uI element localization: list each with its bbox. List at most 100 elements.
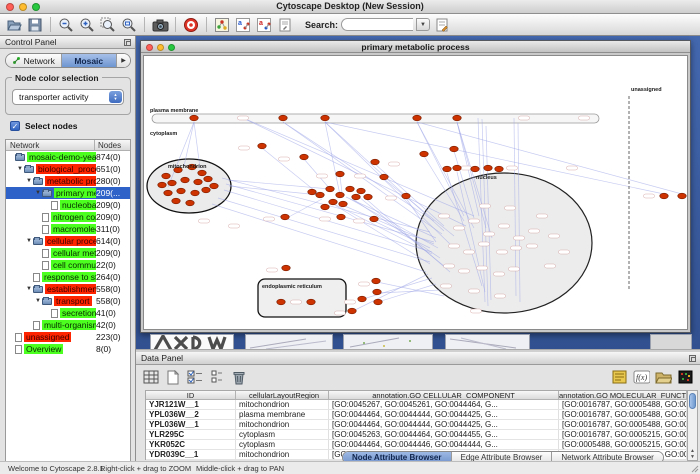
new-attribute-icon[interactable]: [164, 369, 181, 386]
graph-node[interactable]: [352, 194, 360, 200]
graph-node[interactable]: [450, 146, 458, 152]
graph-node[interactable]: [172, 198, 180, 204]
zoom-selected-icon[interactable]: [99, 16, 117, 34]
tree-row[interactable]: ▼cellular process614(0): [6, 235, 130, 247]
graph-node[interactable]: [158, 182, 166, 188]
tree-row[interactable]: response to stimulu264(0): [6, 271, 130, 283]
table-row[interactable]: YLR295Ccytoplasm[GO:0045263, GO:0044464,…: [146, 430, 687, 440]
zoom-out-icon[interactable]: [57, 16, 75, 34]
graph-node[interactable]: [191, 190, 199, 196]
graph-node[interactable]: [678, 193, 686, 199]
search-input[interactable]: [341, 18, 413, 31]
float-panel-icon[interactable]: [689, 355, 696, 362]
scrollbar-thumb[interactable]: [689, 393, 696, 409]
help-lifesaver-icon[interactable]: [182, 16, 200, 34]
snapshot-camera-icon[interactable]: [151, 16, 169, 34]
background-window-fragment[interactable]: [343, 334, 433, 350]
table-column-header[interactable]: _cellularLayoutRegion: [236, 391, 329, 399]
background-window-fragment[interactable]: [650, 334, 692, 350]
graph-node[interactable]: [164, 190, 172, 196]
graph-node[interactable]: [495, 166, 503, 172]
network-view-window[interactable]: primary metabolic process plasma membran…: [140, 40, 691, 333]
tree-row[interactable]: Overview8(0): [6, 343, 130, 355]
graph-node[interactable]: [402, 193, 410, 199]
graph-node[interactable]: [194, 179, 202, 185]
graph-node[interactable]: [453, 115, 461, 121]
annotation-b-icon[interactable]: a: [255, 16, 273, 34]
graph-node[interactable]: [326, 186, 334, 192]
graph-node[interactable]: [339, 201, 347, 207]
graph-node[interactable]: [337, 214, 345, 220]
graph-node[interactable]: [443, 166, 451, 172]
graph-node[interactable]: [372, 278, 380, 284]
graph-node[interactable]: [279, 115, 287, 121]
graph-node[interactable]: [380, 174, 388, 180]
tree-row[interactable]: secretion41(0): [6, 307, 130, 319]
tab-mosaic[interactable]: Mosaic: [62, 54, 118, 67]
tree-column-nodes[interactable]: Nodes: [95, 140, 130, 150]
expand-arrow-icon[interactable]: ▼: [25, 286, 33, 292]
graph-node[interactable]: [336, 171, 344, 177]
plasma-membrane-region[interactable]: [152, 114, 599, 123]
graph-node[interactable]: [204, 176, 212, 182]
graph-node[interactable]: [282, 265, 290, 271]
tree-row[interactable]: multi-organism pro42(0): [6, 319, 130, 331]
tree-row[interactable]: ▼primary metabo209(...: [6, 187, 130, 199]
save-session-icon[interactable]: [26, 16, 44, 34]
graph-node[interactable]: [190, 115, 198, 121]
select-attributes-icon[interactable]: [186, 369, 203, 386]
expand-arrow-icon[interactable]: ▼: [16, 166, 24, 172]
graph-node[interactable]: [453, 165, 461, 171]
notes-icon[interactable]: [611, 369, 628, 386]
graph-node[interactable]: [162, 173, 170, 179]
graph-node[interactable]: [346, 186, 354, 192]
graph-node[interactable]: [168, 180, 176, 186]
graph-node[interactable]: [329, 199, 337, 205]
tree-row[interactable]: nitrogen compo209(0): [6, 211, 130, 223]
tree-column-network[interactable]: Network: [6, 140, 95, 150]
graph-node[interactable]: [348, 308, 356, 314]
graph-node[interactable]: [373, 289, 381, 295]
network-canvas[interactable]: plasma membranecytoplasmmitochondrionnuc…: [143, 55, 688, 330]
import-annotation-icon[interactable]: [276, 16, 294, 34]
graph-node[interactable]: [177, 188, 185, 194]
table-row[interactable]: YKR052Ccytoplasm[GO:0044464, GO:0044446,…: [146, 440, 687, 450]
select-nodes-checkbox[interactable]: ✓: [10, 121, 20, 131]
tree-row[interactable]: macromolecule311(0): [6, 223, 130, 235]
graph-node[interactable]: [307, 299, 315, 305]
graph-node[interactable]: [281, 214, 289, 220]
graph-node[interactable]: [336, 192, 344, 198]
tree-row[interactable]: ▼establishment of lo558(0): [6, 283, 130, 295]
list-attributes-icon[interactable]: [208, 369, 225, 386]
graph-node[interactable]: [316, 192, 324, 198]
tab-network[interactable]: Network: [6, 54, 62, 67]
graph-node[interactable]: [420, 151, 428, 157]
background-window-fragment[interactable]: [245, 334, 333, 350]
tab-overflow-button[interactable]: ▶: [117, 54, 130, 67]
graph-node[interactable]: [202, 187, 210, 193]
graph-node[interactable]: [660, 193, 668, 199]
graph-node[interactable]: [357, 188, 365, 194]
scrollbar-arrows-icon[interactable]: ▲▼: [688, 448, 697, 460]
graph-node[interactable]: [364, 194, 372, 200]
zoom-in-icon[interactable]: [78, 16, 96, 34]
formula-builder-icon[interactable]: f(x): [633, 369, 650, 386]
delete-attribute-icon[interactable]: [230, 369, 247, 386]
background-window-thumbnail[interactable]: [150, 334, 234, 350]
graph-node[interactable]: [370, 216, 378, 222]
float-panel-icon[interactable]: [124, 39, 131, 46]
open-session-icon[interactable]: [5, 16, 23, 34]
graph-node[interactable]: [358, 296, 366, 302]
graph-node[interactable]: [371, 159, 379, 165]
graph-node[interactable]: [258, 143, 266, 149]
expand-arrow-icon[interactable]: ▼: [34, 298, 42, 304]
tree-row[interactable]: nucleobase-209(0): [6, 199, 130, 211]
zoom-fit-icon[interactable]: [120, 16, 138, 34]
graph-node[interactable]: [198, 170, 206, 176]
network-image-icon[interactable]: [213, 16, 231, 34]
annotation-a-icon[interactable]: a: [234, 16, 252, 34]
graph-node[interactable]: [374, 299, 382, 305]
search-edit-icon[interactable]: [433, 16, 451, 34]
expand-arrow-icon[interactable]: ▼: [25, 238, 33, 244]
graph-node[interactable]: [300, 154, 308, 160]
